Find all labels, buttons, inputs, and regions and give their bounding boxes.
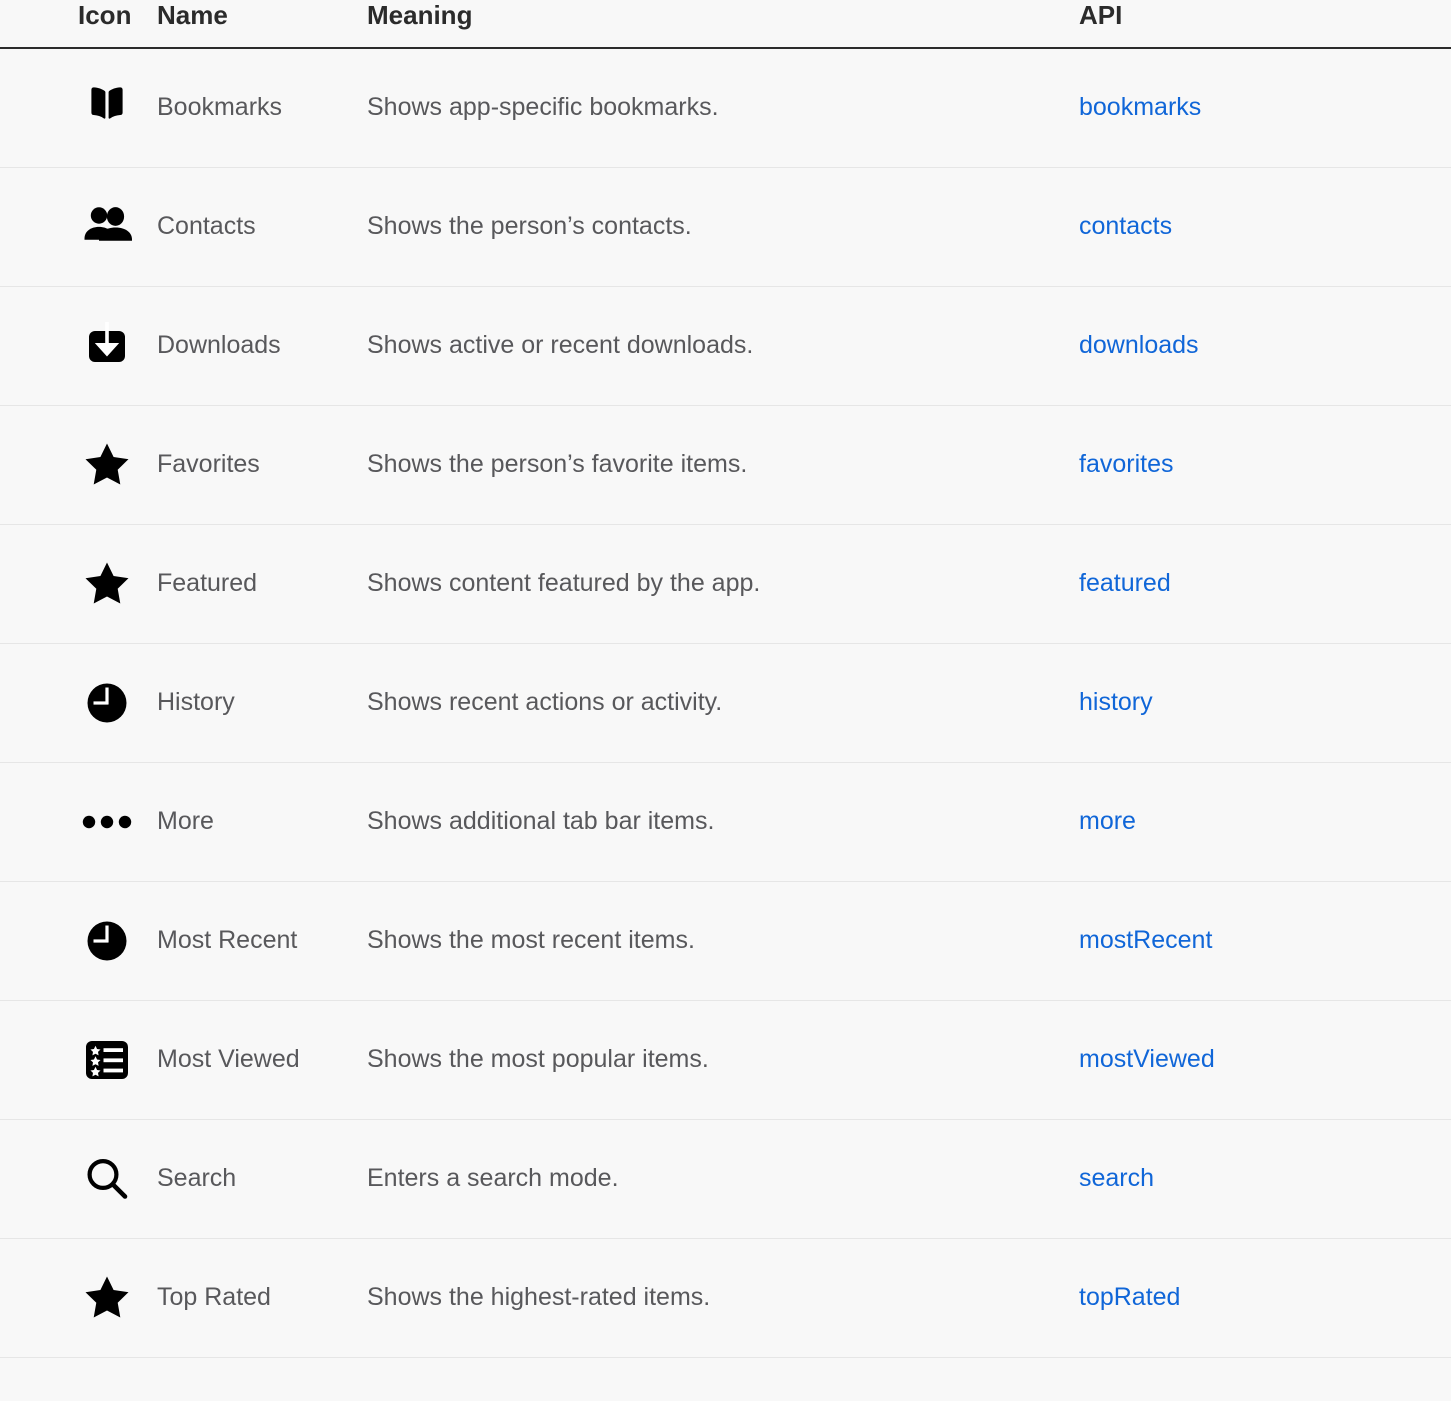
api-cell: featured [1070,524,1451,643]
api-cell: more [1070,762,1451,881]
name-cell: Downloads [148,286,363,405]
column-header-name: Name [148,0,363,48]
meaning-cell: Shows the highest-rated items. [363,1238,1070,1357]
api-link[interactable]: history [1079,688,1153,716]
star-icon [78,555,136,613]
name-cell: Top Rated [148,1238,363,1357]
name-cell: History [148,643,363,762]
name-cell: Featured [148,524,363,643]
meaning-cell: Shows app-specific bookmarks. [363,48,1070,167]
api-cell: topRated [1070,1238,1451,1357]
api-cell: contacts [1070,167,1451,286]
icon-cell [0,1000,148,1119]
bottom-spacer [0,1357,1451,1388]
ellipsis-icon [78,793,136,851]
icon-cell [0,524,148,643]
table-header-row: Icon Name Meaning API [0,0,1451,48]
system-tab-bar-items-table: Icon Name Meaning API Bookmarks Shows app… [0,0,1451,1358]
table-row: Search Enters a search mode. search [0,1119,1451,1238]
icon-cell [0,167,148,286]
download-arrow-square-icon [78,317,136,375]
name-cell: Most Recent [148,881,363,1000]
table-row: Favorites Shows the person’s favorite ite… [0,405,1451,524]
clock-icon [78,674,136,732]
column-header-meaning: Meaning [363,0,1070,48]
meaning-cell: Shows the person’s favorite items. [363,405,1070,524]
name-cell: More [148,762,363,881]
table-row: Most Viewed Shows the most popular items.… [0,1000,1451,1119]
api-link[interactable]: contacts [1079,212,1172,240]
clock-icon [78,912,136,970]
name-cell: Favorites [148,405,363,524]
api-link[interactable]: search [1079,1164,1154,1192]
name-cell: Search [148,1119,363,1238]
api-link[interactable]: more [1079,807,1136,835]
api-link[interactable]: favorites [1079,450,1173,478]
starred-list-square-icon [78,1031,136,1089]
icon-cell [0,48,148,167]
table-row: History Shows recent actions or activity.… [0,643,1451,762]
icon-cell [0,286,148,405]
meaning-cell: Shows the person’s contacts. [363,167,1070,286]
meaning-cell: Enters a search mode. [363,1119,1070,1238]
api-link[interactable]: topRated [1079,1283,1180,1311]
api-cell: mostViewed [1070,1000,1451,1119]
two-people-icon [78,198,136,256]
api-link[interactable]: mostViewed [1079,1045,1215,1073]
column-header-icon: Icon [0,0,148,48]
api-link[interactable]: mostRecent [1079,926,1212,954]
table-row: More Shows additional tab bar items. more [0,762,1451,881]
icon-cell [0,1238,148,1357]
table-header: Icon Name Meaning API [0,0,1451,48]
table-row: Downloads Shows active or recent download… [0,286,1451,405]
table-row: Contacts Shows the person’s contacts. cont… [0,167,1451,286]
meaning-cell: Shows the most recent items. [363,881,1070,1000]
column-header-api: API [1070,0,1451,48]
meaning-cell: Shows the most popular items. [363,1000,1070,1119]
table-row: Most Recent Shows the most recent items. m… [0,881,1451,1000]
api-cell: history [1070,643,1451,762]
api-link[interactable]: downloads [1079,331,1199,359]
api-cell: favorites [1070,405,1451,524]
api-link[interactable]: bookmarks [1079,93,1201,121]
api-cell: mostRecent [1070,881,1451,1000]
name-cell: Contacts [148,167,363,286]
name-cell: Most Viewed [148,1000,363,1119]
table-body: Bookmarks Shows app-specific bookmarks. bo… [0,48,1451,1357]
magnifying-glass-icon [78,1150,136,1208]
icon-cell [0,881,148,1000]
table-row: Bookmarks Shows app-specific bookmarks. bo… [0,48,1451,167]
meaning-cell: Shows additional tab bar items. [363,762,1070,881]
meaning-cell: Shows recent actions or activity. [363,643,1070,762]
icon-cell [0,1119,148,1238]
meaning-cell: Shows active or recent downloads. [363,286,1070,405]
star-icon [78,1269,136,1327]
name-cell: Bookmarks [148,48,363,167]
star-icon [78,436,136,494]
icon-cell [0,762,148,881]
api-cell: search [1070,1119,1451,1238]
table-row: Featured Shows content featured by the ap… [0,524,1451,643]
open-book-icon [78,79,136,137]
icon-cell [0,405,148,524]
api-link[interactable]: featured [1079,569,1171,597]
api-cell: bookmarks [1070,48,1451,167]
meaning-cell: Shows content featured by the app. [363,524,1070,643]
table-row: Top Rated Shows the highest-rated items. t… [0,1238,1451,1357]
icon-cell [0,643,148,762]
api-cell: downloads [1070,286,1451,405]
